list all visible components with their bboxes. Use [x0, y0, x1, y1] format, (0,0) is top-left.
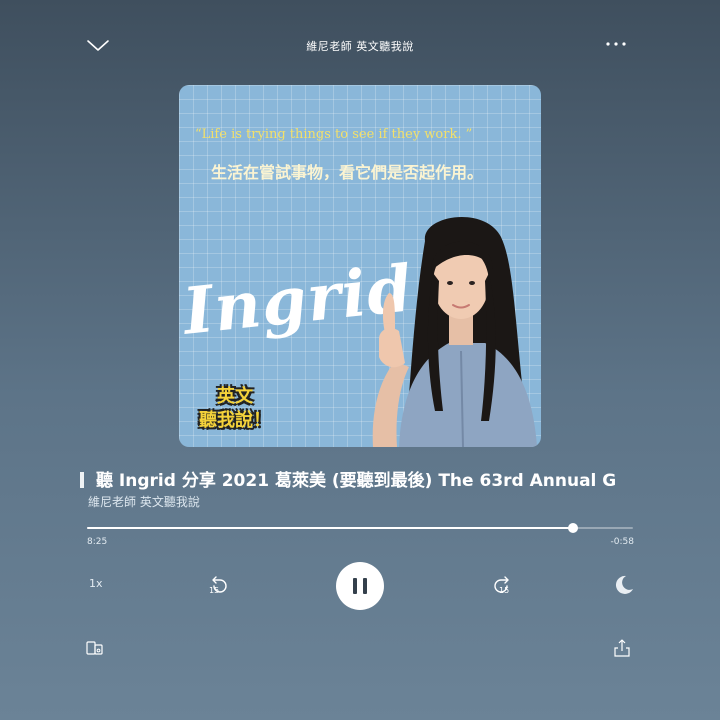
artwork-quote-english: “Life is trying things to see if they wo…	[195, 127, 473, 142]
skip-forward-button[interactable]: 15	[489, 573, 515, 599]
more-dots-icon[interactable]	[604, 36, 628, 52]
progress-knob[interactable]	[567, 523, 578, 533]
pause-button[interactable]	[336, 562, 384, 610]
episode-title: 聽 Ingrid 分享 2021 葛萊美 (要聽到最後) The 63rd An…	[80, 466, 640, 490]
skip-back-button[interactable]: 15	[206, 573, 232, 599]
skip-back-seconds: 15	[209, 586, 220, 595]
pause-icon	[353, 578, 357, 594]
artwork-badge: 英文 聽我說！	[189, 385, 281, 433]
share-icon[interactable]	[614, 639, 630, 657]
top-bar: 維尼老師 英文聽我說	[0, 30, 720, 60]
devices-icon[interactable]	[86, 640, 104, 656]
episode-artwork: “Life is trying things to see if they wo…	[179, 85, 541, 447]
skip-forward-seconds: 15	[499, 586, 510, 595]
playback-controls: 1x 15 15	[0, 560, 720, 610]
playback-speed-button[interactable]: 1x	[89, 577, 103, 590]
artwork-quote-chinese: 生活在嘗試事物，看它們是否起作用。	[211, 163, 484, 182]
elapsed-time: 8:25	[87, 537, 108, 547]
episode-title-text: 聽 Ingrid 分享 2021 葛萊美 (要聽到最後) The 63rd An…	[96, 471, 617, 490]
host-photo	[372, 216, 537, 447]
moon-icon[interactable]	[612, 573, 636, 597]
pause-icon-bar	[363, 578, 367, 594]
progress-fill	[87, 527, 573, 529]
badge-line-2: 聽我說！	[199, 410, 271, 431]
marquee-edge	[80, 472, 84, 488]
progress-bar[interactable]	[87, 523, 633, 533]
badge-line-1: 英文	[217, 386, 253, 407]
remaining-time: -0:58	[610, 537, 634, 547]
podcast-name[interactable]: 維尼老師 英文聽我說	[88, 493, 200, 510]
